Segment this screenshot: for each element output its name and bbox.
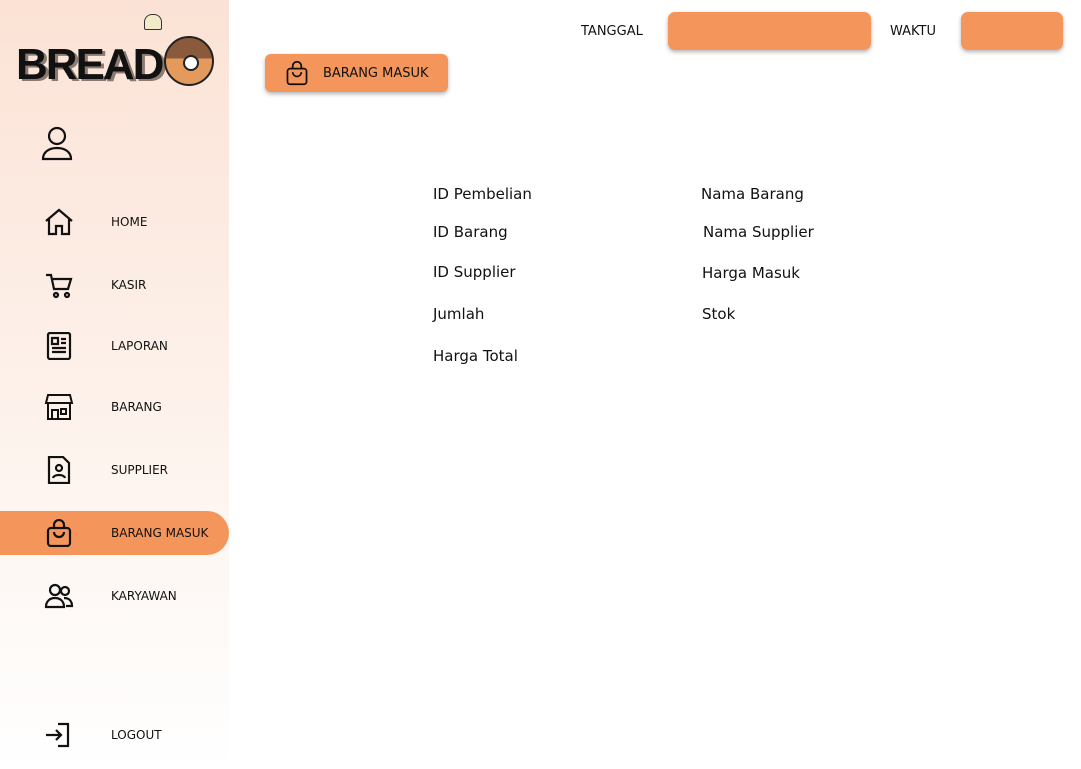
sidebar-item-label: KASIR bbox=[111, 278, 147, 292]
sidebar: BREAD HOME KASIR LAPORAN BARANG SUPPLIER… bbox=[0, 0, 229, 769]
label-stok: Stok bbox=[702, 305, 736, 323]
logo-text: BREAD bbox=[16, 40, 164, 89]
sidebar-item-label: BARANG MASUK bbox=[111, 526, 209, 540]
sidebar-item-label: BARANG bbox=[111, 400, 162, 414]
sidebar-item-label: LAPORAN bbox=[111, 339, 168, 353]
sidebar-item-home[interactable]: HOME bbox=[0, 200, 229, 244]
time-field[interactable] bbox=[961, 12, 1063, 50]
date-field[interactable] bbox=[668, 12, 871, 50]
donut-icon bbox=[164, 36, 214, 86]
label-harga-masuk: Harga Masuk bbox=[702, 264, 800, 282]
sidebar-item-label: LOGOUT bbox=[111, 728, 162, 742]
contact-file-icon bbox=[47, 456, 71, 484]
sidebar-item-logout[interactable]: LOGOUT bbox=[0, 713, 229, 757]
label-id-barang: ID Barang bbox=[433, 223, 508, 241]
time-label: WAKTU bbox=[890, 24, 937, 39]
sidebar-item-karyawan[interactable]: KARYAWAN bbox=[0, 574, 229, 618]
sidebar-item-label: HOME bbox=[111, 215, 148, 229]
shopping-bag-icon bbox=[46, 519, 72, 547]
label-jumlah: Jumlah bbox=[433, 305, 485, 323]
label-nama-barang: Nama Barang bbox=[701, 185, 804, 203]
logout-icon bbox=[46, 722, 70, 748]
barang-masuk-button[interactable]: BARANG MASUK bbox=[265, 54, 448, 92]
sidebar-item-laporan[interactable]: LAPORAN bbox=[0, 324, 229, 368]
label-id-pembelian: ID Pembelian bbox=[433, 185, 532, 203]
user-profile-icon[interactable] bbox=[40, 125, 74, 161]
sidebar-item-label: KARYAWAN bbox=[111, 589, 177, 603]
chef-hat-icon bbox=[144, 14, 162, 30]
newspaper-icon bbox=[46, 332, 72, 360]
shopping-bag-icon bbox=[286, 60, 308, 86]
bread-logo: BREAD bbox=[16, 14, 216, 90]
sidebar-item-barang[interactable]: BARANG bbox=[0, 385, 229, 429]
sidebar-item-barang-masuk[interactable]: BARANG MASUK bbox=[0, 511, 229, 555]
sidebar-item-supplier[interactable]: SUPPLIER bbox=[0, 448, 229, 492]
home-icon bbox=[45, 208, 73, 236]
store-icon bbox=[44, 394, 74, 420]
barang-masuk-button-label: BARANG MASUK bbox=[323, 65, 429, 81]
date-label: TANGGAL bbox=[581, 24, 643, 39]
users-icon bbox=[44, 583, 74, 609]
cart-icon bbox=[46, 273, 73, 299]
sidebar-item-kasir[interactable]: KASIR bbox=[0, 263, 229, 307]
label-harga-total: Harga Total bbox=[433, 347, 518, 365]
label-nama-supplier: Nama Supplier bbox=[703, 223, 814, 241]
sidebar-item-label: SUPPLIER bbox=[111, 463, 169, 477]
label-id-supplier: ID Supplier bbox=[433, 263, 516, 281]
